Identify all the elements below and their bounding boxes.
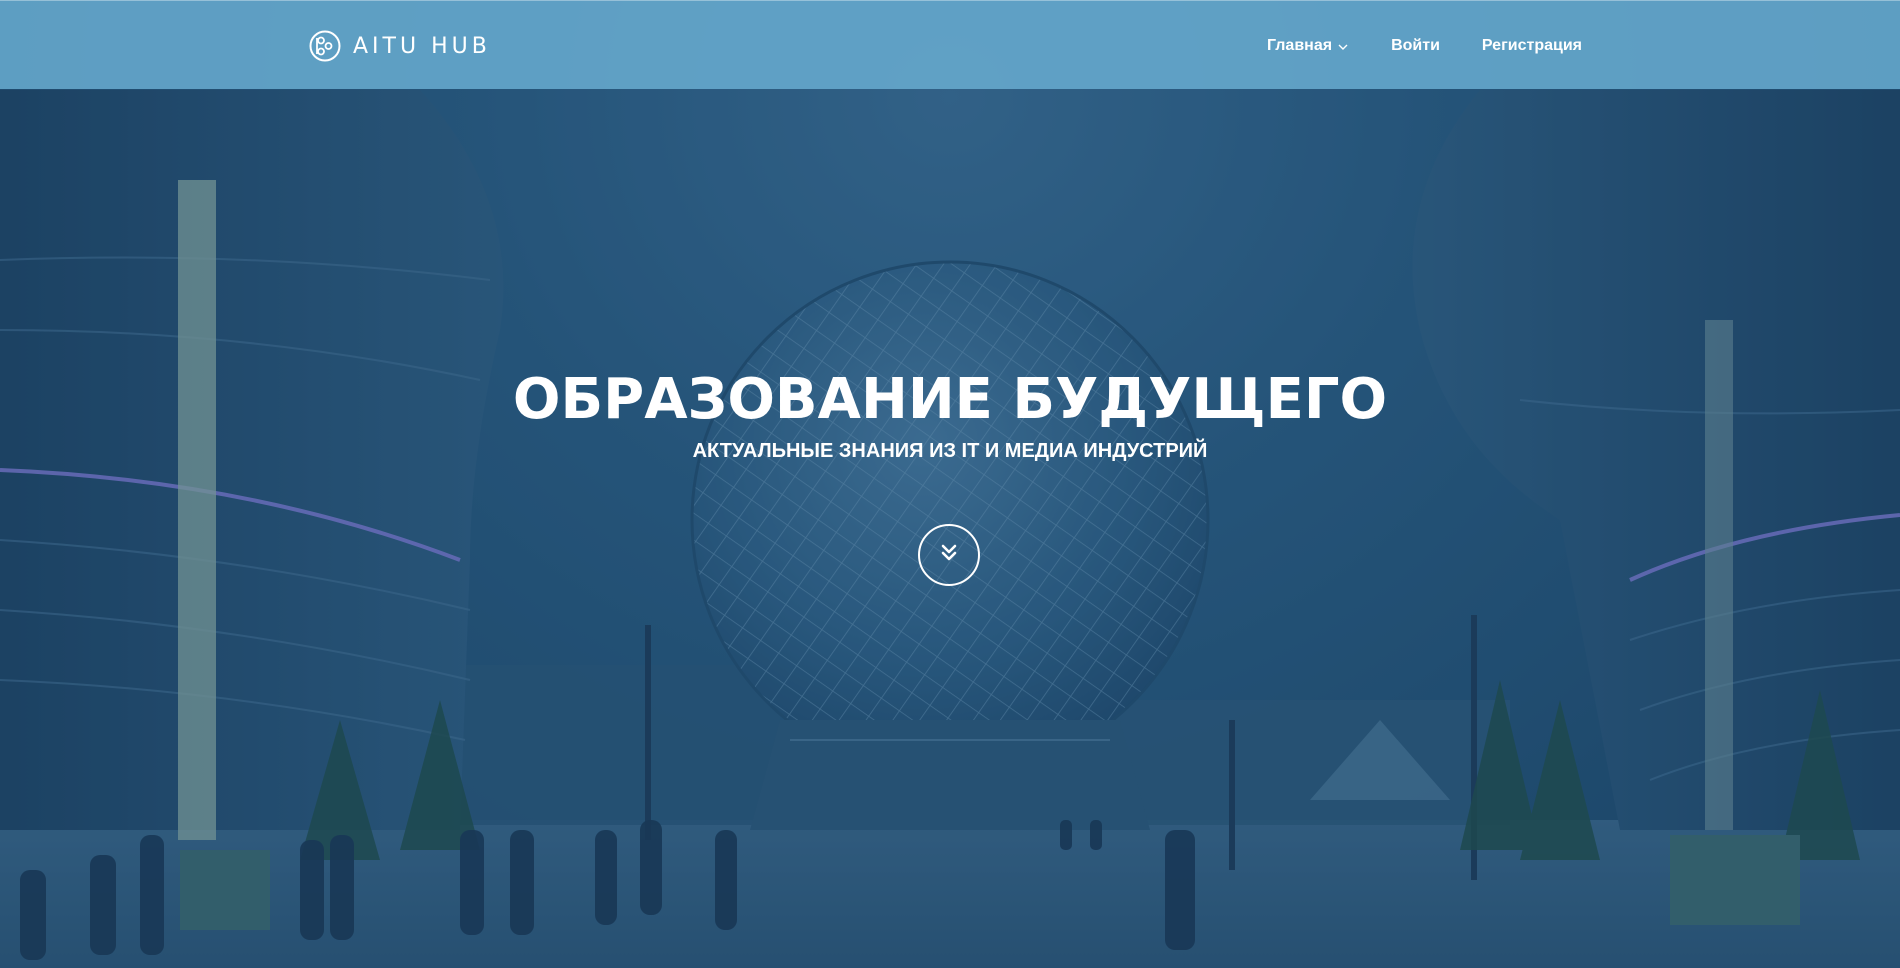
main-navigation: Главная Войти Регистрация (1225, 1, 1582, 90)
top-navbar: AITU HUB Главная Войти Регистрация (0, 0, 1900, 89)
hero-title: ОБРАЗОВАНИЕ БУДУЩЕГО (512, 367, 1388, 432)
scroll-down-button[interactable] (918, 524, 980, 586)
double-chevron-down-icon (938, 542, 960, 569)
aitu-logo-icon (309, 30, 341, 62)
nav-item-register-label: Регистрация (1481, 36, 1582, 54)
site-logo[interactable]: AITU HUB (309, 29, 491, 63)
logo-text: AITU HUB (353, 33, 491, 59)
nav-item-register[interactable]: Регистрация (1482, 37, 1582, 55)
chevron-down-icon (1337, 40, 1349, 52)
nav-item-login[interactable]: Войти (1391, 37, 1440, 55)
hero-color-overlay (0, 0, 1900, 968)
hero-background (0, 0, 1900, 968)
hero-subtitle: АКТУАЛЬНЫЕ ЗНАНИЯ ИЗ IT И МЕДИА ИНДУСТРИ… (692, 440, 1208, 462)
nav-item-home[interactable]: Главная (1267, 37, 1349, 55)
nav-item-home-label: Главная (1266, 36, 1333, 54)
nav-item-login-label: Войти (1391, 36, 1440, 54)
